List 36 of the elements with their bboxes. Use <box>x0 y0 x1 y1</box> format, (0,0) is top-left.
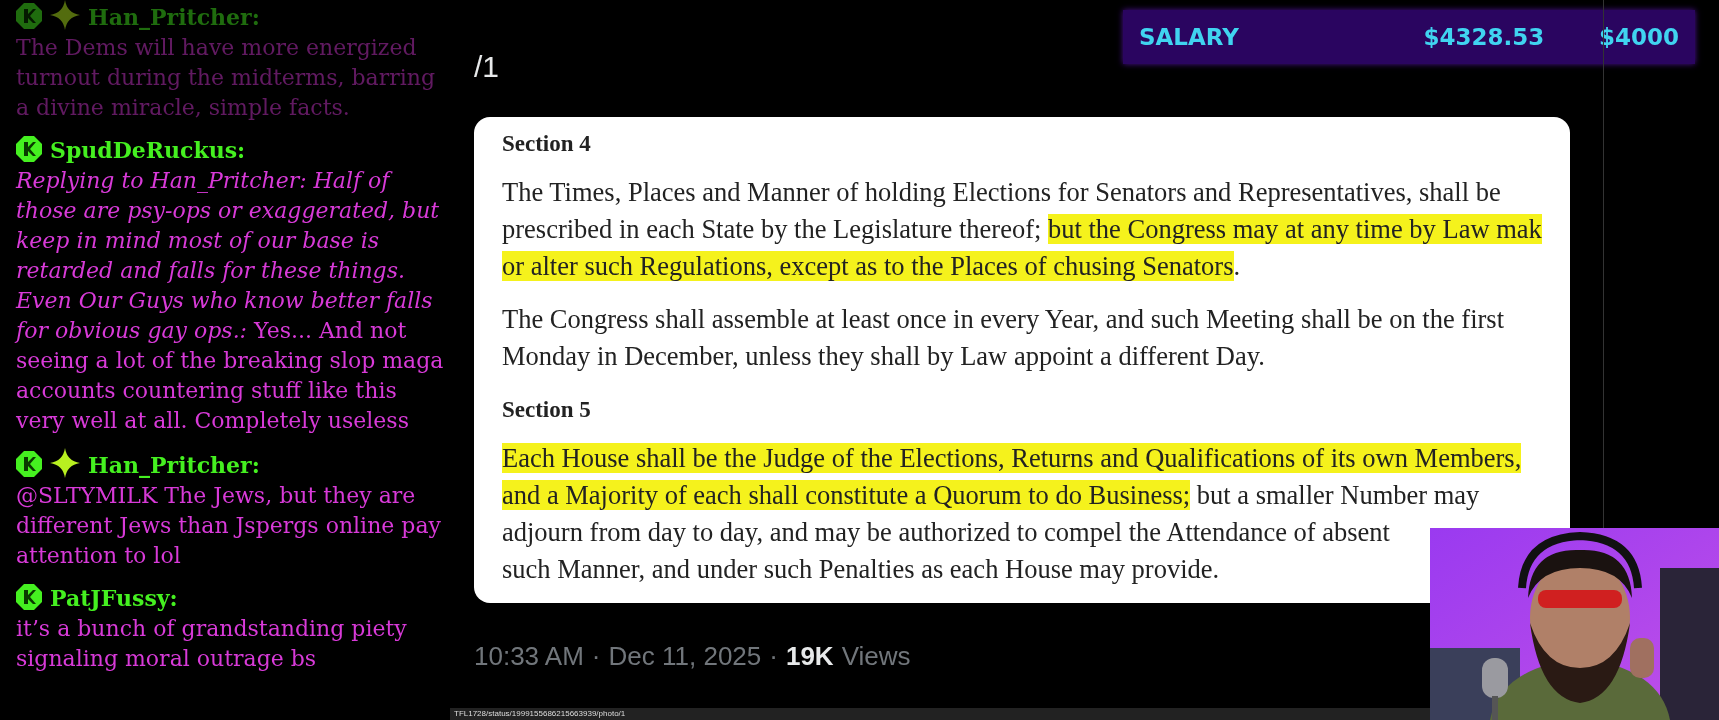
chat-message: The Dems will have more energized turnout during the midterms, barring a divine miracle, simple facts. <box>16 34 437 122</box>
views-label: Views <box>841 641 911 672</box>
badge-icon <box>16 584 42 610</box>
highlighted-text: and a Majority of each shall constitute a Quorum to do Business; <box>502 480 1191 510</box>
highlighted-text: but the Congress may at any time by Law mak <box>1047 214 1542 244</box>
separator-dot: · <box>591 641 601 672</box>
salary-goal: $4000 <box>1598 24 1679 50</box>
document-text: The Times, Places and Manner of holding Elections for Senators and Representatives, shall be <box>502 177 1501 207</box>
badge-icon <box>16 3 42 29</box>
separator-dot: · <box>769 641 778 672</box>
chat-username: Han_Pritcher: <box>88 452 260 478</box>
document-text: prescribed in each State by the Legislature thereof; <box>502 214 1043 244</box>
salary-value: $4328.53 <box>1422 24 1546 50</box>
chat-username: PatJFussy: <box>50 585 178 611</box>
post-time: 10:33 AM <box>474 641 584 672</box>
badge-icon <box>16 451 42 477</box>
document-text: such Manner, and under such Penalties as each House may provide. <box>502 554 1220 584</box>
document-text: adjourn from day to day, and may be authorized to compel the Attendance of absent <box>502 517 1390 547</box>
chat-message: Replying to Han_Pritcher: Half of those are psy-ops or exaggerated, but keep in mind most of our base is retarded and falls for these things. Even Our Guys who know better falls for obvious gay ops.: Yes... And not seeing a lot of the breaking slop maga accounts countering stuff like this very well at all. Completely useless <box>16 167 444 435</box>
post-date: Dec 11, 2025 <box>608 641 762 672</box>
highlighted-text: Each House shall be the Judge of the Elections, Returns and Qualifications of its own Members, <box>502 443 1522 473</box>
document-text: The Congress shall assemble at least once in every Year, and such Meeting shall be on the first <box>502 304 1504 334</box>
photo-counter: /1 <box>474 50 500 84</box>
section-heading: Section 4 <box>502 130 592 158</box>
chat-message: @SLTYMILK The Jews, but they are different Jews than Jspergs online pay attention to lol <box>16 482 442 570</box>
badge-icon <box>16 136 42 162</box>
section-heading: Section 5 <box>502 396 592 424</box>
chat-username: SpudDeRuckus: <box>50 137 246 163</box>
document-text: . <box>1233 251 1241 281</box>
document-text: but a smaller Number may <box>1195 480 1480 510</box>
salary-label: SALARY <box>1139 24 1240 50</box>
chat-username: Han_Pritcher: <box>88 4 260 30</box>
chat-message: it’s a bunch of grandstanding piety signaling moral outrage bs <box>16 615 408 673</box>
highlighted-text: or alter such Regulations, except as to the Places of chusing Senators <box>502 251 1234 281</box>
views-count: 19K <box>785 641 834 672</box>
document-text: Monday in December, unless they shall by Law appoint a different Day. <box>502 341 1265 371</box>
